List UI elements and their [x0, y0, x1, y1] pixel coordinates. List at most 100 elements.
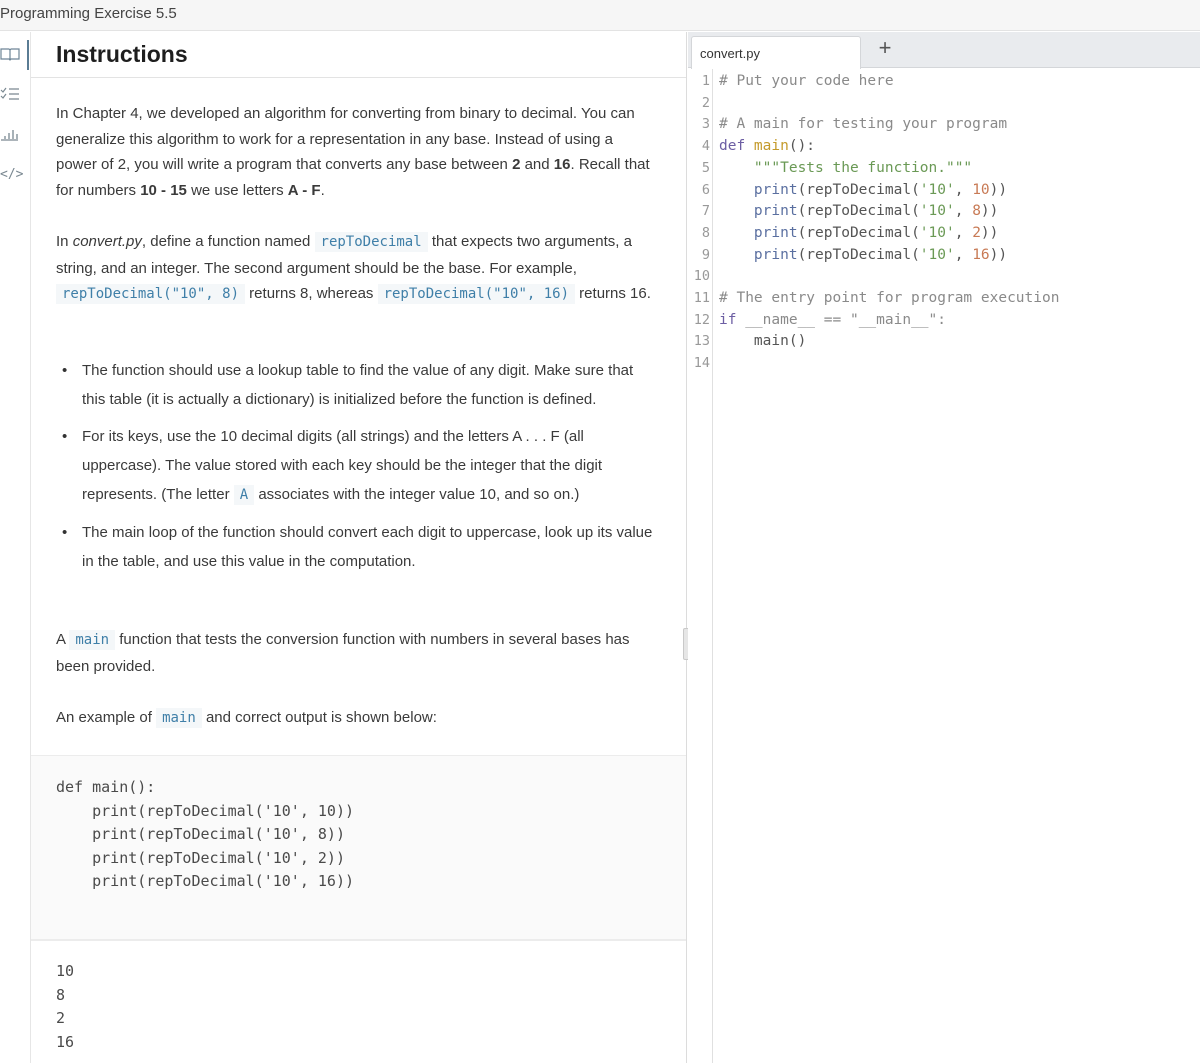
line-number: 1: [701, 73, 710, 89]
code-token: 16: [972, 246, 990, 263]
add-file-button[interactable]: +: [873, 35, 897, 63]
main-provided-paragraph: A main function that tests the conversio…: [56, 627, 656, 679]
example-intro-paragraph: An example of main and correct output is…: [56, 705, 656, 732]
code-token: print: [753, 203, 798, 220]
code-token: ,: [954, 246, 973, 263]
code-token: print: [753, 181, 798, 198]
text: and: [520, 156, 554, 173]
tab-convert-py[interactable]: convert.py: [691, 36, 861, 69]
inline-code: main: [69, 630, 116, 650]
sidebar-item-results[interactable]: [0, 122, 28, 146]
code-line[interactable]: 13 main(): [688, 331, 1200, 353]
text: , define a function named: [141, 233, 315, 250]
line-content: if __name__ == "__main__":: [719, 310, 946, 332]
code-token: (repToDecimal(: [797, 224, 920, 241]
inline-code: repToDecimal: [314, 232, 428, 252]
code-token: ():: [788, 138, 816, 155]
example-output-block: 10 8 2 16: [31, 940, 686, 1063]
inline-code: A: [233, 485, 255, 505]
code-line[interactable]: 5 """Tests the function.""": [688, 158, 1200, 180]
line-number: 7: [701, 203, 710, 220]
line-content: print(repToDecimal('10', 8)): [719, 201, 998, 223]
list-item: The main loop of the function should con…: [56, 518, 656, 576]
code-token: '10': [919, 224, 955, 241]
code-line[interactable]: 6 print(repToDecimal('10', 10)): [688, 180, 1200, 202]
sidebar: </>: [0, 32, 31, 1063]
instructions-panel: In Chapter 4, we developed an algorithm …: [31, 79, 686, 1063]
line-number: 9: [701, 246, 710, 263]
code-line[interactable]: 8 print(repToDecimal('10', 2)): [688, 223, 1200, 245]
code-token: """Tests the function.""": [753, 159, 973, 176]
example-code: def main(): print(repToDecimal('10', 10)…: [56, 778, 355, 890]
text: we use letters: [186, 181, 288, 199]
line-number: 11: [693, 290, 710, 306]
line-content: print(repToDecimal('10', 2)): [719, 223, 998, 245]
intro-paragraph: In Chapter 4, we developed an algorithm …: [56, 101, 656, 203]
code-line[interactable]: 7 print(repToDecimal('10', 8)): [688, 201, 1200, 223]
inline-code: main: [156, 708, 202, 728]
code-token: if: [719, 311, 746, 328]
code-line[interactable]: 10: [688, 266, 1200, 288]
checklist-icon: [0, 87, 19, 100]
code-token: )): [989, 181, 1008, 198]
code-token: # A main for testing your program: [719, 116, 1008, 133]
text: returns 16.: [575, 285, 651, 302]
code-line[interactable]: 9 print(repToDecimal('10', 16)): [688, 245, 1200, 267]
sidebar-item-checklist[interactable]: [0, 82, 28, 106]
line-number: 13: [693, 333, 710, 350]
line-number: 5: [701, 159, 710, 176]
text: In: [56, 233, 73, 250]
text: function that tests the conversion funct…: [56, 631, 630, 675]
bold-text: 10 - 15: [140, 181, 187, 199]
requirements-list: The function should use a lookup table t…: [56, 356, 656, 584]
divider: [31, 940, 686, 941]
line-content: print(repToDecimal('10', 16)): [719, 245, 1007, 267]
code-editor[interactable]: 1 # Put your code here 2 3 # A main for test…: [688, 69, 1200, 1063]
line-number: 2: [701, 94, 710, 111]
code-token: 2: [972, 224, 981, 241]
inline-code: repToDecimal("10", 16): [377, 284, 576, 304]
code-token: '10': [919, 181, 955, 198]
code-line[interactable]: 1 # Put your code here: [688, 71, 1200, 93]
definition-paragraph: In convert.py, define a function named r…: [56, 229, 661, 308]
code-token: (repToDecimal(: [797, 203, 920, 220]
list-item: The function should use a lookup table t…: [56, 356, 656, 414]
code-token: def: [719, 138, 754, 155]
line-content: # A main for testing your program: [719, 114, 1007, 136]
code-token: 10: [972, 181, 990, 198]
code-line[interactable]: 4 def main():: [688, 136, 1200, 158]
code-icon: </>: [0, 166, 24, 182]
code-token: print: [753, 246, 798, 263]
sidebar-item-code[interactable]: </>: [0, 162, 28, 186]
code-token: '10': [919, 246, 955, 263]
instructions-header: Instructions: [31, 32, 686, 78]
code-line[interactable]: 3 # A main for testing your program: [688, 114, 1200, 136]
line-number: 14: [693, 355, 710, 372]
text: returns 8, whereas: [245, 285, 378, 302]
line-content: # The entry point for program execution: [719, 288, 1059, 310]
code-token: (repToDecimal(: [797, 246, 920, 263]
panel-divider: [686, 32, 687, 1063]
book-icon: [0, 48, 20, 61]
inline-code: repToDecimal("10", 8): [56, 284, 246, 304]
code-line[interactable]: 2: [688, 93, 1200, 115]
code-line[interactable]: 11 # The entry point for program executio…: [688, 288, 1200, 310]
code-token: # Put your code here: [719, 73, 894, 89]
line-content: """Tests the function.""": [719, 158, 972, 180]
page-title: Instructions: [56, 41, 188, 67]
code-token: (repToDecimal(: [797, 181, 920, 198]
code-token: print: [753, 224, 798, 241]
code-token: 8: [972, 203, 981, 220]
text: A: [56, 631, 70, 648]
code-token: )): [989, 246, 1008, 263]
code-line[interactable]: 12 if __name__ == "__main__":: [688, 310, 1200, 332]
line-content: # Put your code here: [719, 71, 894, 93]
line-number: 10: [693, 268, 710, 285]
line-number: 8: [701, 224, 710, 241]
code-line[interactable]: 14: [688, 353, 1200, 375]
sidebar-item-instructions[interactable]: [0, 42, 28, 66]
text: and correct output is shown below:: [201, 709, 437, 726]
